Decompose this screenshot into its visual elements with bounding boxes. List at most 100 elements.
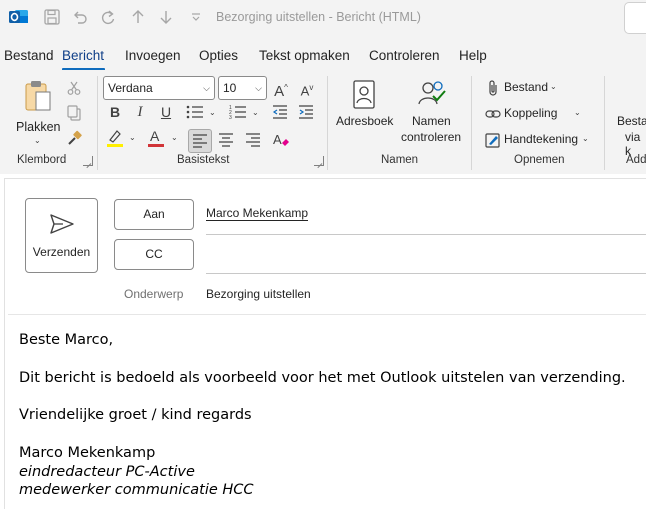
check-names-label-1: Namen <box>412 114 451 128</box>
search-box[interactable] <box>624 2 646 34</box>
to-field-underline <box>206 234 646 235</box>
attach-file-button[interactable]: Bestand ⌄ <box>484 78 574 98</box>
outlook-app-icon <box>9 8 29 26</box>
address-book-icon <box>352 80 378 113</box>
ribbon-separator <box>97 76 98 170</box>
clear-formatting-icon[interactable]: A <box>272 131 290 152</box>
shrink-font-icon[interactable]: Av <box>296 77 318 99</box>
tab-controleren[interactable]: Controleren <box>369 48 440 63</box>
group-label-partial: Add <box>626 154 646 166</box>
paste-chevron-icon: ⌄ <box>34 136 41 145</box>
send-label: Verzenden <box>32 245 91 259</box>
signature-name: Marco Mekenkamp <box>19 445 156 461</box>
tab-invoegen[interactable]: Invoegen <box>125 48 181 63</box>
group-label-basistekst: Basistekst <box>177 154 230 166</box>
arrow-down-icon[interactable] <box>156 8 176 28</box>
signature-button[interactable]: Handtekening ⌄ <box>484 130 594 150</box>
highlight-icon[interactable] <box>106 128 124 151</box>
save-icon[interactable] <box>42 8 62 28</box>
link-button[interactable]: Koppeling ⌄ <box>484 104 584 124</box>
ribbon-separator <box>604 76 605 170</box>
tab-bestand[interactable]: Bestand <box>4 48 54 63</box>
ribbon: Plakken ⌄ Klembord Verdana ⌵ 10 ⌵ A^ Av … <box>0 70 646 174</box>
increase-indent-icon[interactable] <box>298 105 314 122</box>
font-color-chevron-icon[interactable]: ⌄ <box>171 133 178 142</box>
paste-label: Plakken <box>16 120 61 134</box>
body-closing: Vriendelijke groet / kind regards <box>19 407 252 423</box>
decrease-indent-icon[interactable] <box>272 105 288 122</box>
bold-button[interactable]: B <box>104 101 126 123</box>
check-names-button[interactable]: Namen controleren <box>398 76 466 150</box>
arrow-up-icon[interactable] <box>128 8 148 28</box>
bullets-icon[interactable] <box>186 105 204 122</box>
subject-field[interactable]: Bezorging uitstellen <box>206 287 311 301</box>
link-label: Koppeling <box>504 106 558 120</box>
klembord-launcher-icon[interactable] <box>83 156 93 166</box>
body-greeting: Beste Marco, <box>19 332 114 348</box>
ribbon-tabs: Bestand Bericht Invoegen Opties Tekst op… <box>0 36 646 71</box>
partial-button-label-1[interactable]: Besta <box>617 114 646 128</box>
address-book-button[interactable]: Adresboek <box>334 76 396 146</box>
chevron-down-icon: ⌄ <box>582 134 589 143</box>
grow-font-icon[interactable]: A^ <box>270 77 292 100</box>
address-book-label: Adresboek <box>336 114 394 128</box>
cc-field[interactable] <box>206 240 646 272</box>
signature-label: Handtekening <box>504 132 579 146</box>
window-title: Bezorging uitstellen - Bericht (HTML) <box>216 10 421 24</box>
tab-opties[interactable]: Opties <box>199 48 238 63</box>
ribbon-separator <box>327 76 328 170</box>
svg-text:A: A <box>273 132 282 147</box>
send-button[interactable]: Verzenden <box>25 198 98 273</box>
ribbon-separator <box>471 76 472 170</box>
bullets-chevron-icon[interactable]: ⌄ <box>209 108 216 117</box>
tab-tekst-opmaken[interactable]: Tekst opmaken <box>259 48 350 63</box>
font-name-dropdown[interactable]: Verdana ⌵ <box>103 76 215 100</box>
tab-help[interactable]: Help <box>459 48 487 63</box>
font-size-value: 10 <box>223 81 237 95</box>
signature-role-1: eindredacteur PC-Active <box>19 464 195 480</box>
chevron-down-icon: ⌵ <box>255 83 262 93</box>
send-icon <box>50 214 74 234</box>
chevron-down-icon: ⌄ <box>574 108 581 117</box>
attach-file-label: Bestand <box>504 80 549 94</box>
check-names-icon <box>416 78 448 113</box>
font-size-dropdown[interactable]: 10 ⌵ <box>218 76 267 100</box>
font-color-icon[interactable]: A <box>147 128 165 151</box>
svg-text:3: 3 <box>229 115 232 119</box>
to-button[interactable]: Aan <box>114 199 194 230</box>
numbering-icon[interactable]: 123 <box>229 105 247 122</box>
svg-text:A: A <box>150 128 160 144</box>
redo-icon[interactable] <box>98 8 118 28</box>
check-names-label-2: controleren <box>401 130 462 144</box>
cc-field-underline <box>206 273 646 274</box>
cut-icon[interactable] <box>66 80 82 99</box>
signature-role-2: medewerker communicatie HCC <box>19 482 254 498</box>
align-left-button[interactable] <box>188 129 212 153</box>
undo-icon[interactable] <box>70 8 90 28</box>
underline-button[interactable]: U <box>155 101 177 123</box>
format-painter-icon[interactable] <box>66 130 82 149</box>
align-left-icon <box>193 134 207 148</box>
italic-button[interactable]: I <box>129 101 151 123</box>
header-body-divider <box>8 314 646 315</box>
highlight-chevron-icon[interactable]: ⌄ <box>129 133 136 142</box>
customize-toolbar-icon[interactable] <box>186 8 206 28</box>
chevron-down-icon: ⌵ <box>203 83 210 93</box>
link-icon <box>485 110 501 118</box>
paste-button[interactable]: Plakken ⌄ <box>14 76 60 148</box>
chevron-down-icon: ⌄ <box>550 82 557 91</box>
to-field[interactable] <box>206 200 646 232</box>
group-label-klembord: Klembord <box>17 154 67 166</box>
font-name-value: Verdana <box>108 81 153 95</box>
align-right-icon[interactable] <box>246 133 260 150</box>
basistekst-launcher-icon[interactable] <box>314 156 324 166</box>
signature-icon <box>485 133 500 148</box>
numbering-chevron-icon[interactable]: ⌄ <box>252 108 259 117</box>
copy-icon[interactable] <box>66 105 82 124</box>
cc-button[interactable]: CC <box>114 239 194 270</box>
subject-label: Onderwerp <box>124 287 184 301</box>
paperclip-icon <box>489 80 497 96</box>
group-label-opnemen: Opnemen <box>514 154 565 166</box>
tab-bericht[interactable]: Bericht <box>62 48 104 63</box>
align-center-icon[interactable] <box>219 133 233 150</box>
